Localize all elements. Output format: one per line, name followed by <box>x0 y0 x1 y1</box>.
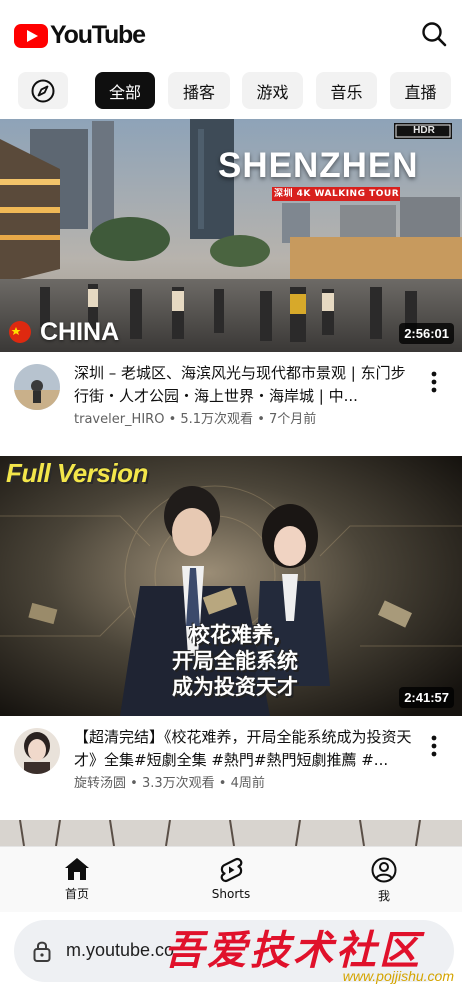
video-thumbnail[interactable] <box>0 820 462 846</box>
nav-home-label: 首页 <box>64 887 89 901</box>
nav-shorts[interactable]: Shorts <box>191 857 271 901</box>
duration-badge: 2:56:01 <box>399 323 454 344</box>
upload-age: 4周前 <box>230 776 265 791</box>
hdr-badge: HDR <box>413 125 435 136</box>
youtube-play-icon <box>14 23 48 48</box>
thumbnail-caption: 校花难养, 开局全能系统 成为投资天才 <box>150 622 320 700</box>
channel-avatar[interactable] <box>14 364 60 410</box>
view-count: 5.1万次观看 <box>180 412 254 427</box>
nav-home[interactable]: 首页 <box>37 857 117 902</box>
chip-podcasts[interactable]: 播客 <box>168 72 230 109</box>
caption-line: 开局全能系统 <box>172 649 298 673</box>
channel-name[interactable]: traveler_HIRO <box>74 412 164 427</box>
caption-line: 成为投资天才 <box>172 675 298 699</box>
chip-music[interactable]: 音乐 <box>316 72 377 109</box>
thumbnail-title: Full Version <box>6 458 148 488</box>
chip-all[interactable]: 全部 <box>95 72 155 109</box>
watermark-url: www.pojjishu.com <box>342 968 454 984</box>
thumbnail-country: CHINA <box>40 318 120 346</box>
nav-you[interactable]: 我 <box>344 857 424 904</box>
nav-you-label: 我 <box>377 889 390 903</box>
more-options-icon[interactable] <box>424 734 444 758</box>
video-metadata: 旋转汤圆 • 3.3万次观看 • 4周前 <box>74 776 265 791</box>
video-metadata: traveler_HIRO • 5.1万次观看 • 7个月前 <box>74 412 317 427</box>
thumbnail-subtitle: 深圳 4K WALKING TOUR <box>274 189 400 199</box>
chip-live[interactable]: 直播 <box>390 72 451 109</box>
video-thumbnail[interactable]: Full Version 校花难养, 开局全能系统 成为投资天才 2:41:57 <box>0 456 462 716</box>
video-title[interactable]: 【超清完结】《校花难养，开局全能系统成为投资天才》全集#短劇全集 #熱門#熱門短… <box>74 726 414 772</box>
caption-line: 校花难养, <box>189 623 281 647</box>
home-icon <box>65 858 89 880</box>
category-chips-bar: 全部 播客 游戏 音乐 直播 <box>0 64 462 118</box>
url-text: m.youtube.co <box>66 940 175 960</box>
top-app-bar: YouTube <box>0 0 462 64</box>
video-meta: 深圳 – 老城区、海滨风光与现代都市景观 | 东门步行街・人才公园・海上世界・海… <box>0 352 462 452</box>
more-options-icon[interactable] <box>424 370 444 394</box>
explore-button[interactable] <box>18 72 68 109</box>
view-count: 3.3万次观看 <box>141 776 215 791</box>
youtube-logo-text: YouTube <box>50 21 146 49</box>
duration-badge: 2:41:57 <box>399 687 454 708</box>
search-icon[interactable] <box>420 20 448 48</box>
shorts-icon <box>220 857 243 883</box>
channel-avatar[interactable] <box>14 728 60 774</box>
watermark-overlay: 吾爱技术社区 www.pojjishu.com <box>160 918 460 988</box>
upload-age: 7个月前 <box>269 412 317 427</box>
thumbnail-title: SHENZHEN <box>218 146 419 185</box>
account-icon <box>371 857 397 883</box>
video-meta: 【超清完结】《校花难养，开局全能系统成为投资天才》全集#短劇全集 #熱門#熱門短… <box>0 716 462 816</box>
video-title[interactable]: 深圳 – 老城区、海滨风光与现代都市景观 | 东门步行街・人才公园・海上世界・海… <box>74 362 414 408</box>
nav-shorts-label: Shorts <box>211 887 251 901</box>
channel-name[interactable]: 旋转汤圆 <box>74 776 126 791</box>
thumbnail-image <box>0 820 462 846</box>
lock-icon[interactable] <box>32 939 52 963</box>
youtube-logo[interactable]: YouTube <box>14 21 146 50</box>
compass-icon <box>31 79 55 102</box>
chip-gaming[interactable]: 游戏 <box>242 72 303 109</box>
video-thumbnail[interactable]: HDR SHENZHEN 深圳 4K WALKING TOUR CHINA 2:… <box>0 119 462 352</box>
bottom-navigation: 首页 Shorts 我 <box>0 846 462 912</box>
